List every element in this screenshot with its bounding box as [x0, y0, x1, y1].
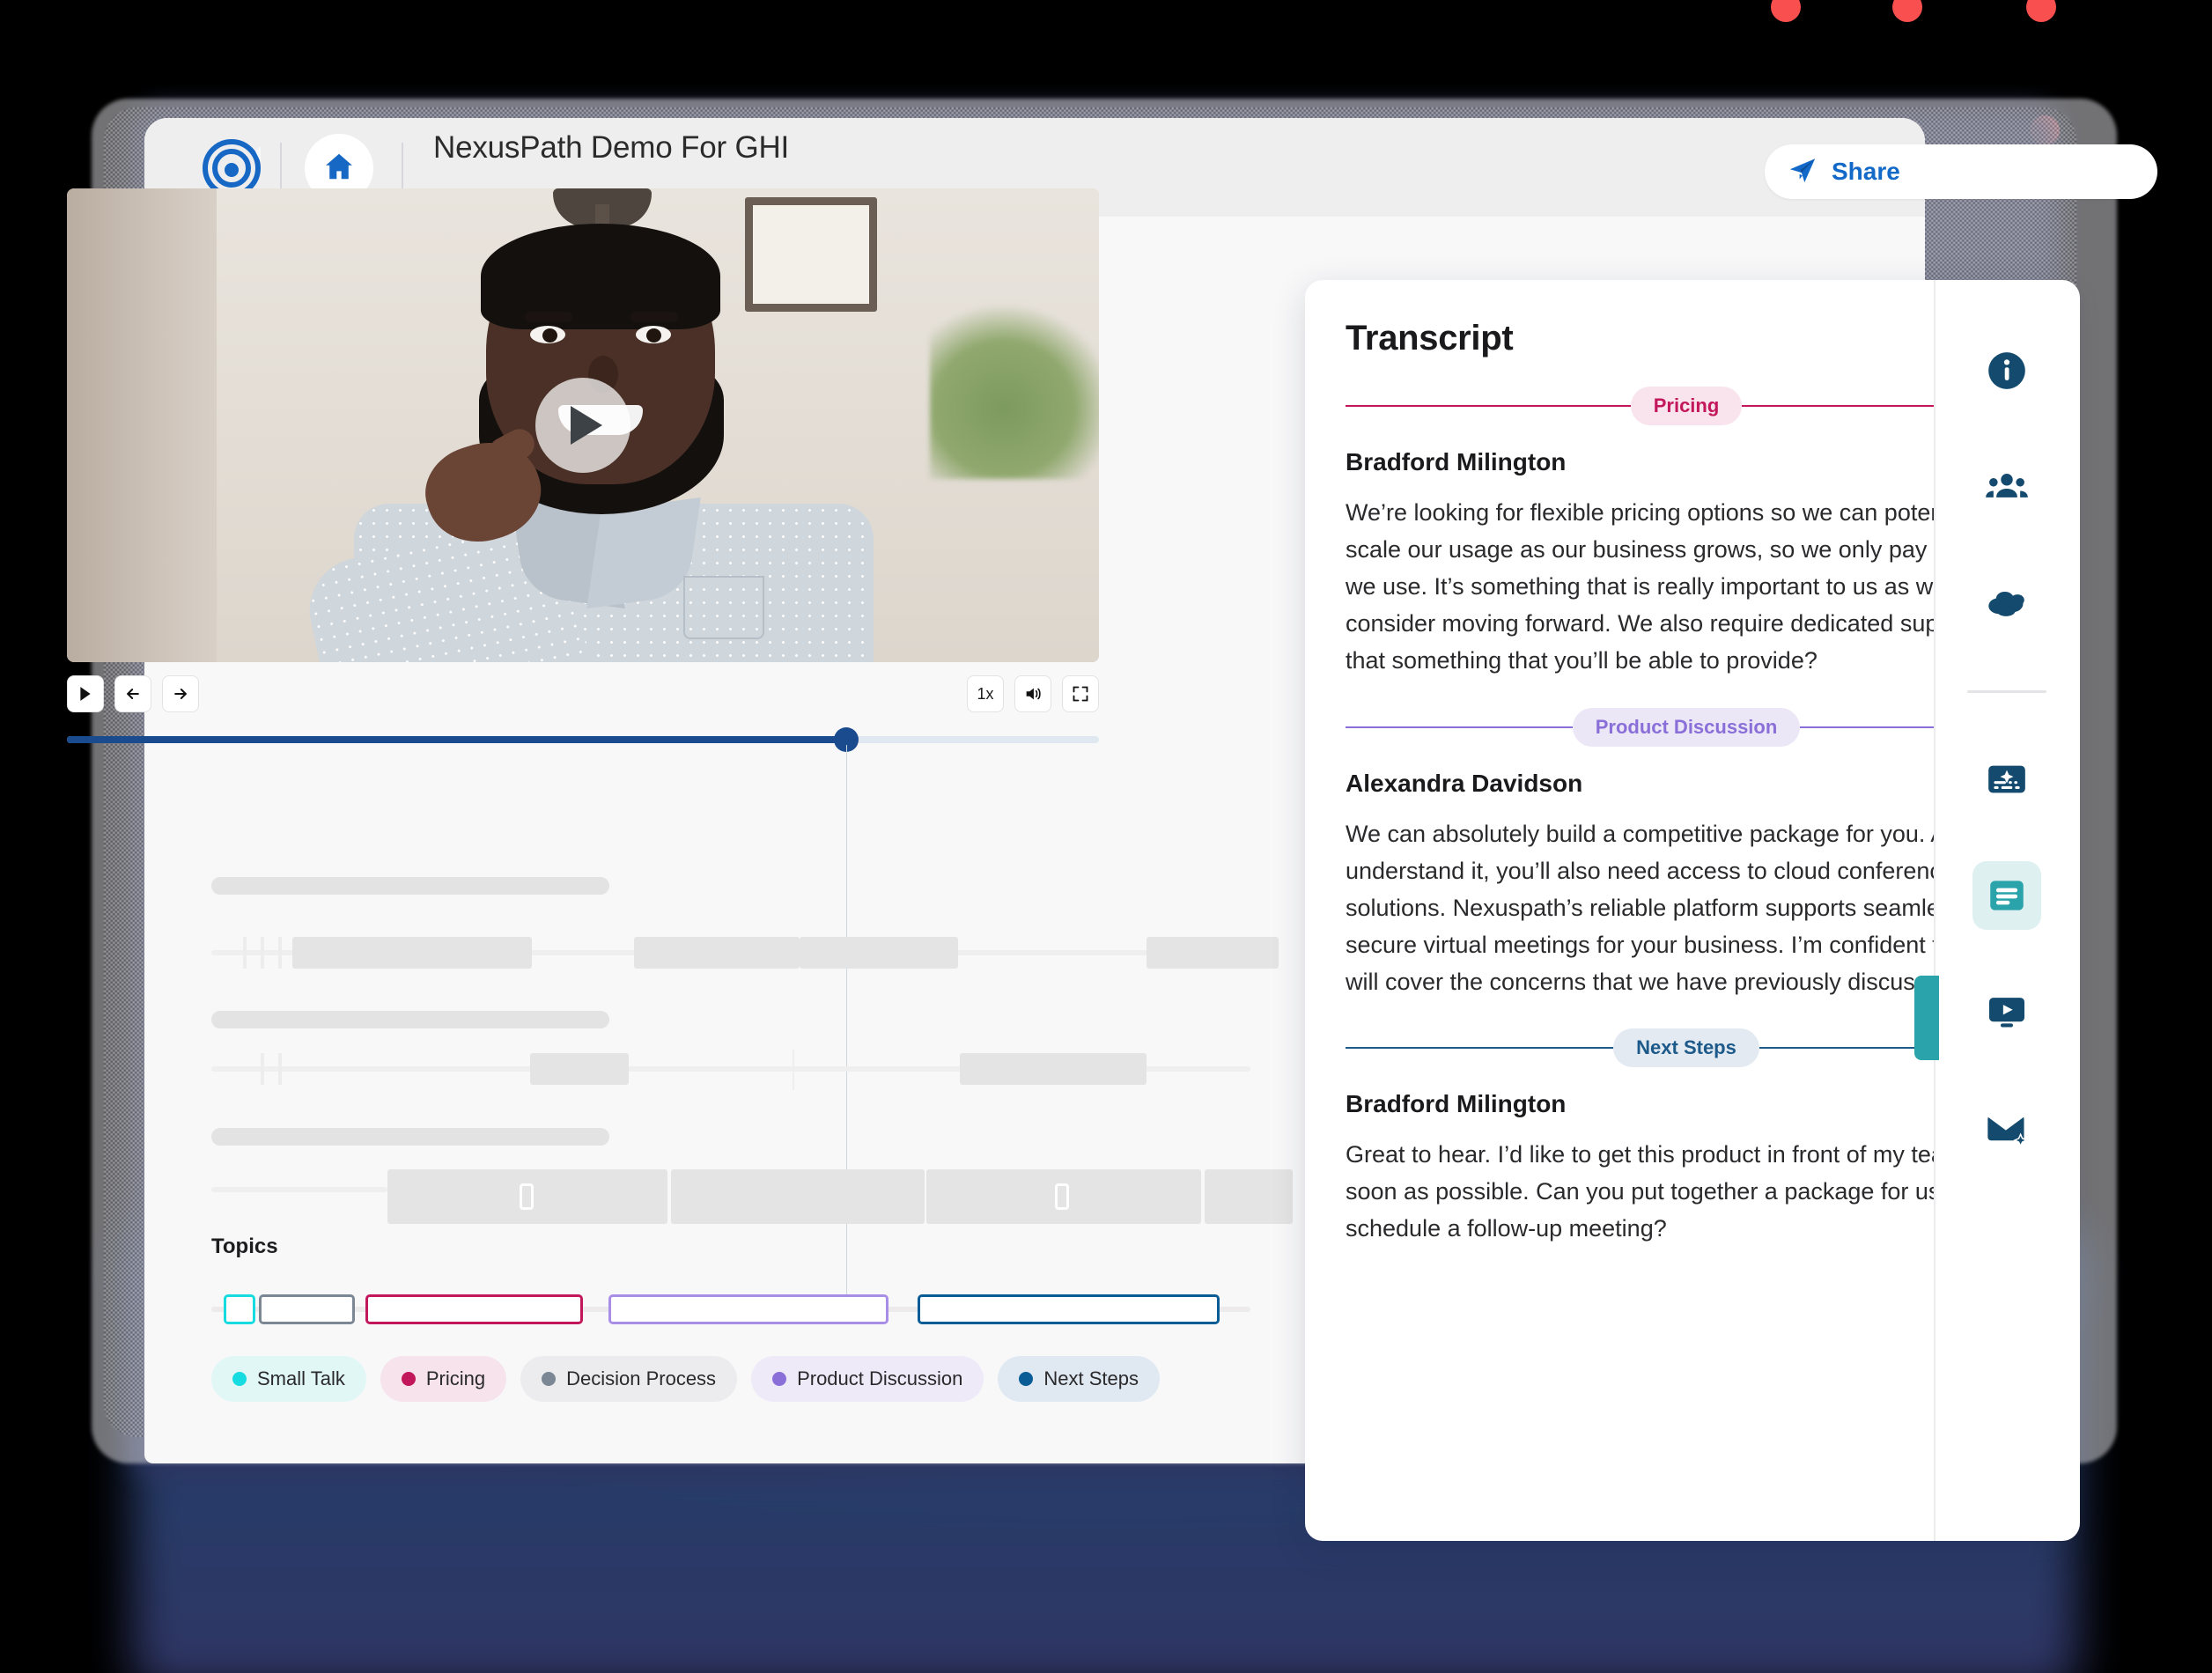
decorative-dot: [2026, 0, 2056, 22]
transcript-utterance: Great to hear. I’d like to get this prod…: [1346, 1141, 1996, 1242]
topic-segment[interactable]: [608, 1294, 889, 1324]
topic-legend-item[interactable]: Small Talk: [211, 1356, 366, 1402]
topic-legend-label: Small Talk: [257, 1367, 345, 1389]
video-player-icon[interactable]: [1972, 977, 2041, 1046]
topic-legend-label: Next Steps: [1043, 1367, 1139, 1389]
topic-color-dot: [1019, 1372, 1034, 1386]
play-icon: [571, 406, 602, 445]
topic-color-dot: [542, 1372, 557, 1386]
home-icon: [322, 150, 356, 188]
transcript-icon[interactable]: [1972, 861, 2041, 930]
play-overlay-button[interactable]: [535, 378, 630, 473]
divider-line-left: [1346, 726, 1573, 728]
transcript-utterance: We’re looking for flexible pricing optio…: [1346, 499, 2018, 674]
topic-legend-label: Decision Process: [566, 1367, 717, 1389]
decorative-dot: [1892, 0, 1922, 22]
progress-fill: [67, 736, 846, 743]
info-icon[interactable]: [1972, 336, 2041, 405]
share-button-label: Share: [1832, 158, 1900, 185]
timeline-skeleton: [211, 877, 1293, 1224]
video-background-curtain: [67, 188, 217, 662]
transcript-speaker-row: Bradford Milington14:24: [1346, 1090, 2027, 1118]
transcript-speaker-name: Alexandra Davidson: [1346, 769, 1583, 797]
forward-button[interactable]: [162, 675, 199, 712]
player-controls: 1x: [67, 671, 1099, 717]
topic-segment[interactable]: [918, 1294, 1220, 1324]
email-compose-icon[interactable]: [1972, 1094, 2041, 1162]
transcript-topic-chip[interactable]: Product Discussion: [1572, 707, 1801, 747]
transcript-speaker-name: Bradford Milington: [1346, 448, 1567, 475]
volume-button[interactable]: [1014, 675, 1051, 712]
screenshot-root: NexusPath Demo For GHI Share 1x Topics S…: [0, 0, 2212, 1673]
fullscreen-button[interactable]: [1062, 675, 1099, 712]
rail-divider-line: [1934, 280, 1936, 1541]
paper-plane-icon: [1788, 155, 1818, 189]
play-button[interactable]: [67, 675, 104, 712]
topic-color-dot: [772, 1372, 787, 1386]
transcript-utterance: We can absolutely build a competitive pa…: [1346, 820, 2010, 995]
topics-timeline[interactable]: [211, 1294, 1250, 1324]
topic-segment[interactable]: [365, 1294, 584, 1324]
topic-legend-label: Pricing: [425, 1367, 486, 1389]
topic-segment[interactable]: [224, 1294, 255, 1324]
topic-segment[interactable]: [259, 1294, 355, 1324]
transcript-topic-chip[interactable]: Pricing: [1630, 387, 1743, 425]
playback-progress-bar[interactable]: [67, 727, 1099, 752]
transcript-speaker-row: Bradford Milington13:12: [1346, 448, 2027, 476]
transcript-topic-divider: Pricing: [1346, 387, 2028, 425]
topic-legend-item[interactable]: Next Steps: [998, 1356, 1160, 1402]
topic-legend-item[interactable]: Decision Process: [520, 1356, 738, 1402]
page-title: NexusPath Demo For GHI: [433, 130, 790, 165]
divider-line-left: [1346, 405, 1631, 407]
rewind-button[interactable]: [114, 675, 151, 712]
transcript-entry-list: Pricing Bradford Milington13:12 We’re look…: [1346, 387, 2028, 1247]
playback-speed-button[interactable]: 1x: [967, 675, 1004, 712]
topics-legend: Small Talk Pricing Decision Process Product…: [211, 1356, 1160, 1402]
video-background-plant: [930, 303, 1099, 479]
transcript-speaker-row: Alexandra Davidson13:52: [1346, 770, 2027, 798]
rail-section-divider: [1967, 690, 2046, 693]
share-button[interactable]: Share: [1765, 144, 2157, 199]
topic-legend-item[interactable]: Product Discussion: [751, 1356, 984, 1402]
transcript-speaker-name: Bradford Milington: [1346, 1090, 1567, 1118]
decorative-dot: [1771, 0, 1801, 22]
playback-speed-label: 1x: [977, 684, 994, 703]
right-rail: [1914, 280, 2080, 1541]
word-cloud-icon[interactable]: [1972, 569, 2041, 638]
header-divider-2: [402, 143, 403, 192]
topic-color-dot: [401, 1372, 416, 1386]
transcript-panel-tab-indicator[interactable]: [1914, 976, 1939, 1060]
ai-summary-icon[interactable]: [1972, 745, 2041, 814]
attendees-icon[interactable]: [1972, 453, 2041, 521]
video-player[interactable]: [67, 188, 1099, 662]
transcript-topic-divider: Product Discussion: [1346, 707, 2027, 747]
topic-color-dot: [232, 1372, 247, 1386]
topics-heading: Topics: [211, 1234, 278, 1258]
transcript-topic-chip[interactable]: Next Steps: [1613, 1028, 1759, 1068]
divider-line-left: [1346, 1047, 1614, 1050]
topic-legend-label: Product Discussion: [797, 1367, 963, 1389]
header-divider-1: [280, 143, 282, 192]
topic-legend-item[interactable]: Pricing: [380, 1356, 507, 1402]
transcript-title: Transcript: [1346, 319, 1514, 357]
